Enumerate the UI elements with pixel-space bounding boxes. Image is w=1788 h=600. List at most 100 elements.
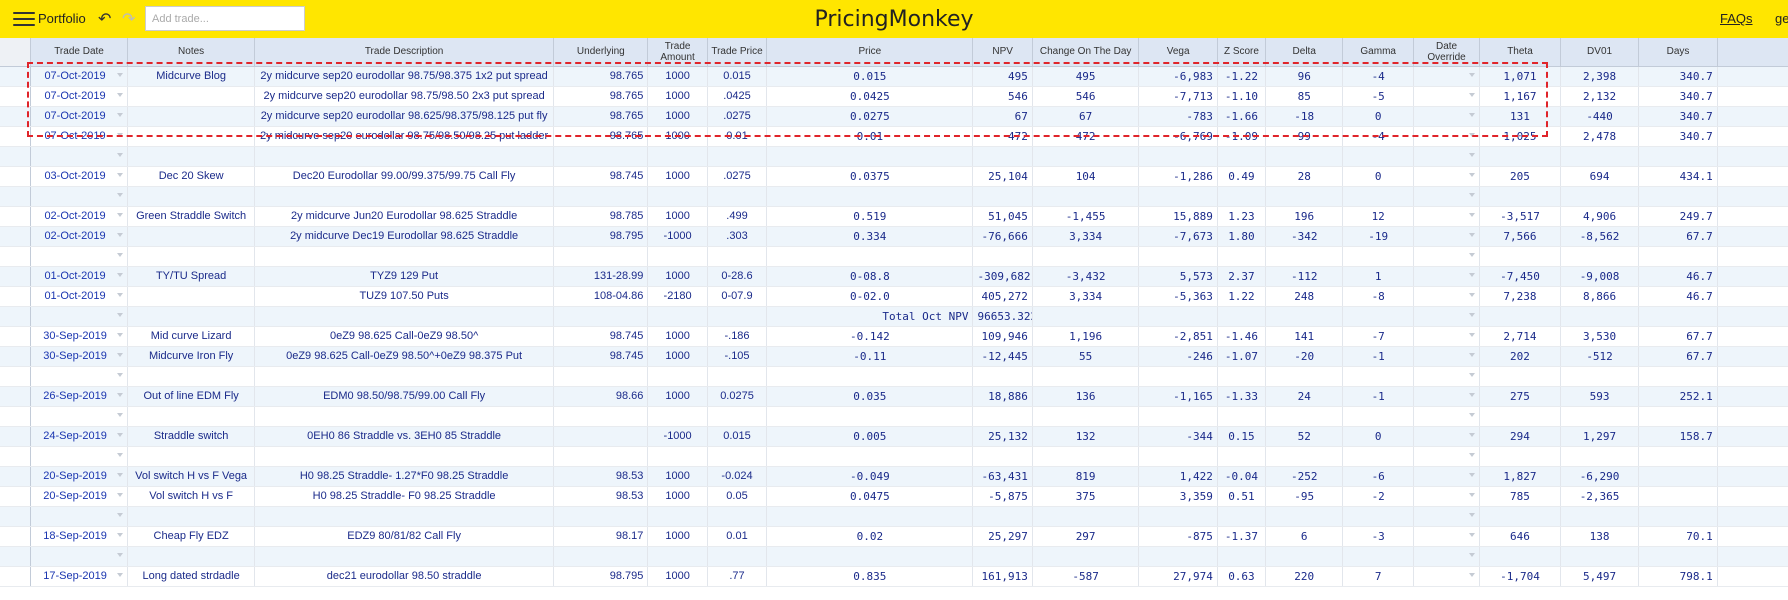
empty-cell[interactable] [707,406,768,427]
empty-cell[interactable] [254,366,555,387]
trade-amount-cell[interactable]: 1000 [647,386,708,407]
theta-cell[interactable]: 646 [1479,526,1561,547]
empty-cell[interactable] [1413,146,1481,167]
dv01-cell[interactable]: -9,008 [1560,266,1640,287]
trade-price-cell[interactable]: 0.01 [707,526,768,547]
days-cell[interactable]: 252.1 [1638,386,1718,407]
delta-cell[interactable]: 99 [1265,126,1344,147]
vega-cell[interactable]: -5,363 [1138,286,1218,307]
empty-cell[interactable] [1479,146,1561,167]
trade-date-cell[interactable] [30,446,129,467]
faqs-link[interactable]: FAQs [1720,11,1753,26]
z-score-cell[interactable]: -1.46 [1217,326,1267,347]
change-cell[interactable]: 546 [1032,86,1140,107]
trade-date-cell[interactable]: 02-Oct-2019 [30,206,129,227]
dv01-cell[interactable]: -440 [1560,106,1640,127]
col-header-notes[interactable]: Notes [127,38,255,67]
empty-cell[interactable] [1138,406,1218,427]
empty-cell[interactable] [707,546,768,567]
trade-description-cell[interactable]: H0 98.25 Straddle- 1.27*F0 98.25 Straddl… [254,466,555,487]
trade-date-cell[interactable]: 17-Sep-2019 [30,566,129,587]
theta-cell[interactable]: 1,167 [1479,86,1561,107]
trade-price-cell[interactable]: -.105 [707,346,768,367]
npv-cell[interactable]: 495 [972,66,1033,87]
empty-cell[interactable] [127,366,255,387]
z-score-cell[interactable]: -0.04 [1217,466,1267,487]
trade-price-cell[interactable]: 0.015 [707,66,768,87]
chevron-down-icon[interactable] [117,112,124,117]
col-header-price[interactable]: Price [766,38,974,67]
empty-cell[interactable] [127,146,255,167]
days-cell[interactable]: 46.7 [1638,266,1718,287]
date-override-cell[interactable] [1413,386,1481,407]
price-cell[interactable]: 0-08.8 [766,266,974,287]
change-cell[interactable]: 297 [1032,526,1140,547]
empty-cell[interactable] [1560,186,1640,207]
col-header-days[interactable]: Days [1638,38,1718,67]
days-cell[interactable] [1638,466,1718,487]
empty-cell[interactable] [766,366,974,387]
empty-cell[interactable] [972,406,1033,427]
z-score-cell[interactable]: 0.51 [1217,486,1267,507]
row-header[interactable] [0,386,31,407]
chevron-down-icon[interactable] [1469,172,1476,177]
empty-cell[interactable] [766,506,974,527]
notes-cell[interactable] [127,286,255,307]
price-cell[interactable]: 0-02.0 [766,286,974,307]
chevron-down-icon[interactable] [117,352,124,357]
theta-cell[interactable]: 785 [1479,486,1561,507]
empty-cell[interactable] [972,366,1033,387]
chevron-down-icon[interactable] [1469,512,1476,517]
row-header[interactable] [0,566,31,587]
col-header-theta[interactable]: Theta [1479,38,1561,67]
empty-cell[interactable] [254,186,555,207]
underlying-cell[interactable]: 108-04.86 [553,286,649,307]
z-score-cell[interactable]: -1.37 [1217,526,1267,547]
days-cell[interactable]: 46.7 [1638,286,1718,307]
trade-amount-cell[interactable]: 1000 [647,486,708,507]
price-cell[interactable]: 0.005 [766,426,974,447]
empty-cell[interactable] [1032,146,1140,167]
chevron-down-icon[interactable] [117,572,124,577]
npv-cell[interactable]: 67 [972,106,1033,127]
empty-cell[interactable] [1217,366,1267,387]
chevron-down-icon[interactable] [1469,72,1476,77]
row-header[interactable] [0,226,31,247]
empty-cell[interactable] [553,246,649,267]
theta-cell[interactable]: 2,714 [1479,326,1561,347]
empty-cell[interactable] [1342,546,1414,567]
empty-cell[interactable] [1342,506,1414,527]
change-cell[interactable]: -1,455 [1032,206,1140,227]
chevron-down-icon[interactable] [1469,152,1476,157]
row-header[interactable] [0,246,31,267]
chevron-down-icon[interactable] [1469,132,1476,137]
change-cell[interactable]: 104 [1032,166,1140,187]
trade-description-cell[interactable]: TUZ9 107.50 Puts [254,286,555,307]
empty-cell[interactable] [1479,506,1561,527]
empty-cell[interactable] [553,186,649,207]
trade-date-cell[interactable]: 30-Sep-2019 [30,346,129,367]
days-cell[interactable]: 340.7 [1638,86,1718,107]
empty-cell[interactable] [1717,186,1788,207]
dv01-cell[interactable]: 3,530 [1560,326,1640,347]
trade-date-cell[interactable]: 26-Sep-2019 [30,386,129,407]
chevron-down-icon[interactable] [1469,312,1476,317]
underlying-cell[interactable]: 98.765 [553,66,649,87]
row-header[interactable] [0,146,31,167]
empty-cell[interactable] [254,306,555,327]
empty-cell[interactable] [553,506,649,527]
date-override-cell[interactable] [1413,486,1481,507]
trade-amount-cell[interactable]: 1000 [647,86,708,107]
empty-cell[interactable] [1342,446,1414,467]
empty-cell[interactable] [1217,246,1267,267]
empty-cell[interactable] [1413,306,1481,327]
notes-cell[interactable] [127,226,255,247]
npv-cell[interactable]: 25,132 [972,426,1033,447]
npv-cell[interactable]: 51,045 [972,206,1033,227]
empty-cell[interactable] [127,506,255,527]
trade-price-cell[interactable]: .0425 [707,86,768,107]
empty-cell[interactable] [254,146,555,167]
date-override-cell[interactable] [1413,566,1481,587]
empty-cell[interactable] [972,446,1033,467]
trade-description-cell[interactable]: 2y midcurve Jun20 Eurodollar 98.625 Stra… [254,206,555,227]
